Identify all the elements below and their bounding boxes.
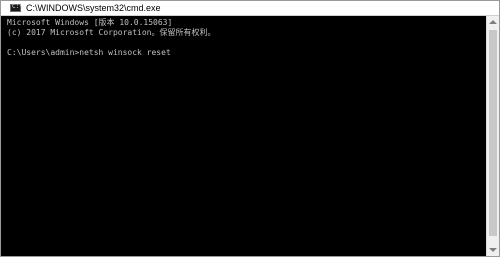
scroll-down-arrow-icon[interactable] (489, 248, 497, 252)
console-line-copyright: (c) 2017 Microsoft Corporation。保留所有权利。 (7, 28, 216, 37)
scroll-thumb[interactable] (489, 30, 497, 236)
console-output[interactable]: Microsoft Windows [版本 10.0.15063] (c) 20… (1, 16, 486, 256)
cmd-icon[interactable]: C:\ (10, 3, 23, 12)
window-title: C:\WINDOWS\system32\cmd.exe (26, 3, 161, 13)
title-bar[interactable]: C:\ C:\WINDOWS\system32\cmd.exe (1, 1, 499, 16)
scroll-up-arrow-icon[interactable] (489, 20, 497, 24)
vertical-scrollbar[interactable] (486, 16, 499, 256)
cmd-window: C:\ C:\WINDOWS\system32\cmd.exe Microsof… (0, 0, 500, 257)
console-line-version: Microsoft Windows [版本 10.0.15063] (7, 18, 173, 27)
console-line-command: C:\Users\admin>netsh winsock reset (7, 48, 171, 57)
cmd-icon-glyph: C:\ (12, 3, 23, 10)
